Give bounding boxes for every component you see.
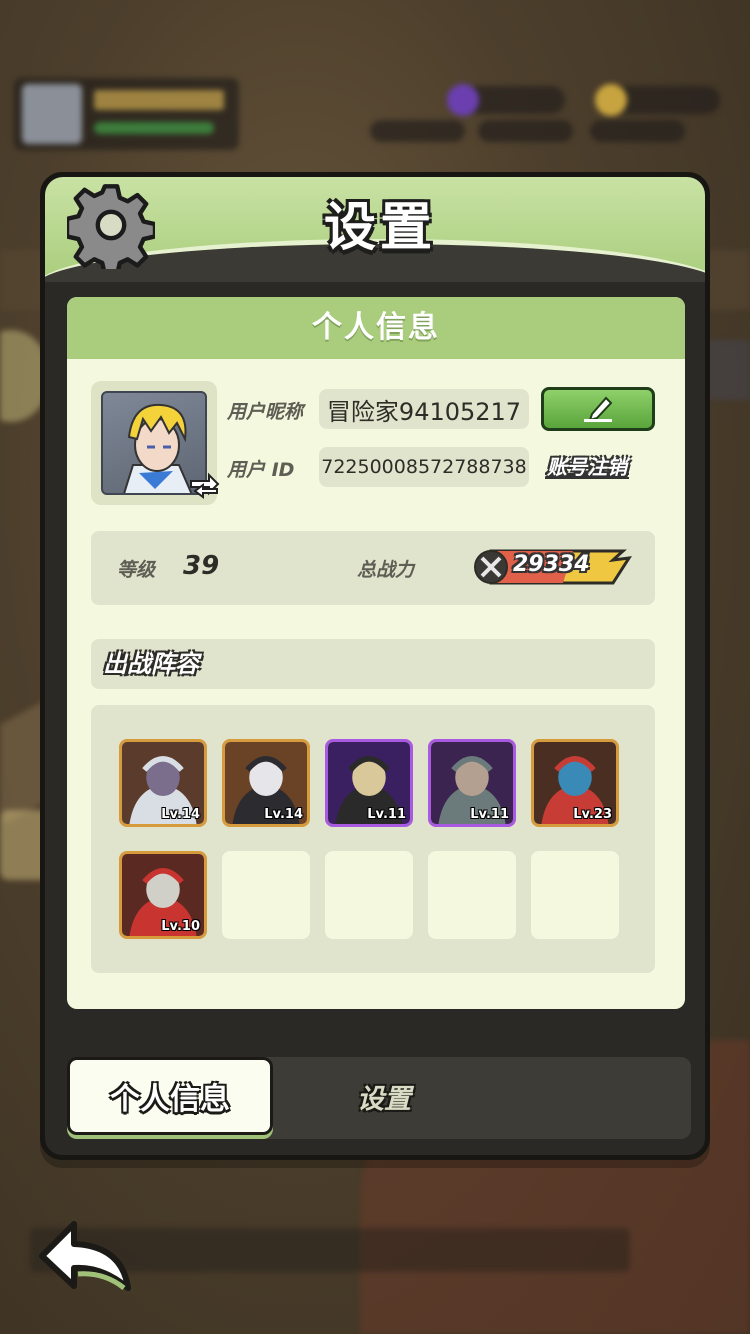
hero-slot[interactable]: Lv.23	[531, 739, 619, 827]
hero-level: Lv.23	[573, 807, 612, 822]
hero-slot[interactable]: Lv.14	[119, 739, 207, 827]
pencil-icon	[584, 396, 613, 422]
tab-bar: 个人信息 设置	[67, 1057, 691, 1139]
user-id-label: 用户 ID	[227, 459, 295, 481]
stats-box: 等级 39 总战力 29334	[91, 531, 655, 605]
hero-level: Lv.14	[264, 807, 303, 822]
tab-personal-info[interactable]: 个人信息	[67, 1057, 273, 1135]
hero-level: Lv.11	[367, 807, 406, 822]
avatar-frame[interactable]	[91, 381, 220, 505]
personal-info-section: 个人信息 用户昵称 冒险家94105217 用户 ID 722500085727…	[67, 297, 685, 1009]
hero-level: Lv.14	[161, 807, 200, 822]
hero-level: Lv.10	[161, 919, 200, 934]
power-value: 29334	[513, 552, 590, 577]
hero-slot[interactable]: Lv.11	[428, 739, 516, 827]
level-value: 39	[183, 551, 220, 581]
hud-player-card	[14, 78, 239, 150]
hero-slot[interactable]: Lv.14	[222, 739, 310, 827]
level-label: 等级	[117, 559, 156, 581]
section-title: 个人信息	[67, 297, 685, 359]
user-id-field: 72250008572788738	[319, 447, 529, 487]
hero-level: Lv.11	[470, 807, 509, 822]
settings-panel: 设置 个人信息 用户昵称 冒险家94105217 用户 ID 722500085…	[40, 172, 710, 1160]
power-label: 总战力	[357, 559, 415, 581]
nickname-field: 冒险家94105217	[319, 389, 529, 429]
empty-hero-slot[interactable]	[531, 851, 619, 939]
account-cancel-link[interactable]: 账号注销	[547, 451, 627, 480]
edit-nickname-button[interactable]	[541, 387, 655, 431]
lineup-title: 出战阵容	[91, 639, 655, 689]
swap-avatar-icon[interactable]	[187, 471, 221, 501]
power-badge: 29334	[473, 548, 633, 586]
lineup-grid: Lv.14 Lv.14 Lv.11 Lv.11 Lv.23 Lv.10	[91, 705, 655, 973]
tab-settings[interactable]: 设置	[357, 1077, 411, 1116]
empty-hero-slot[interactable]	[428, 851, 516, 939]
hero-slot[interactable]: Lv.11	[325, 739, 413, 827]
empty-hero-slot[interactable]	[325, 851, 413, 939]
nickname-label: 用户昵称	[227, 401, 304, 423]
empty-hero-slot[interactable]	[222, 851, 310, 939]
hero-slot[interactable]: Lv.10	[119, 851, 207, 939]
back-arrow-icon[interactable]	[36, 1216, 136, 1296]
gear-icon	[67, 184, 155, 269]
